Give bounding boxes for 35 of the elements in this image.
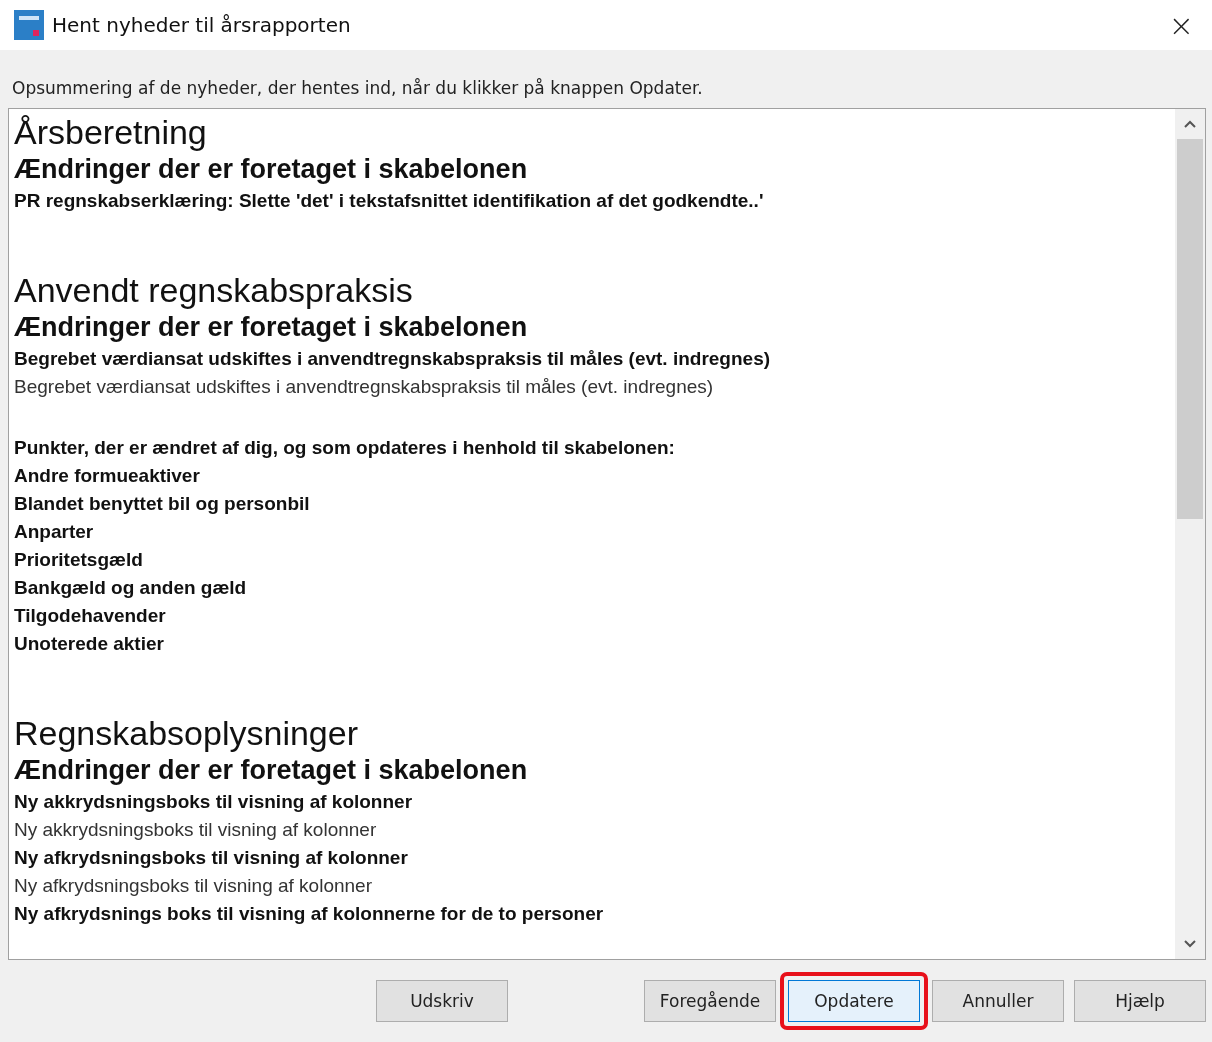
app-logo-icon <box>14 10 44 40</box>
section-subheading: Ændringer der er foretaget i skabelonen <box>14 311 529 344</box>
section-heading: Regnskabsoplysninger <box>14 714 359 752</box>
window-title: Hent nyheder til årsrapporten <box>52 13 351 37</box>
close-button[interactable]: × <box>1162 7 1200 43</box>
dialog-button[interactable]: Annuller <box>932 980 1064 1022</box>
summary-text: Opsummering af de nyheder, der hentes ind, når du klikker på knappen Opdater. <box>12 78 703 98</box>
change-line: Ny afkrydsnings boks til visning af kolonnerne for de to personer <box>14 902 605 926</box>
change-line: Blandet benyttet bil og personbil <box>14 492 311 516</box>
scroll-down-icon[interactable] <box>1183 939 1197 949</box>
dialog-button[interactable]: Foregående <box>644 980 776 1022</box>
scrollbar-thumb[interactable] <box>1177 139 1203 519</box>
change-line: PR regnskabserklæring: Slette 'det' i tekstafsnittet identifikation af det godkendte..' <box>14 189 765 213</box>
change-line: Bankgæld og anden gæld <box>14 576 248 600</box>
section-heading: Årsberetning <box>14 113 208 151</box>
scroll-up-icon[interactable] <box>1183 119 1197 129</box>
section-subheading: Ændringer der er foretaget i skabelonen <box>14 754 529 787</box>
dialog-button[interactable]: Hjælp <box>1074 980 1206 1022</box>
change-line: Ny akkrydsningsboks til visning af kolonner <box>14 790 414 814</box>
change-line: Begrebet værdiansat udskiftes i anvendtregnskabspraksis til måles (evt. indregnes) <box>14 347 772 371</box>
change-line: Unoterede aktier <box>14 632 165 656</box>
change-line: Punkter, der er ændret af dig, og som opdateres i henhold til skabelonen: <box>14 436 676 460</box>
change-line: Andre formueaktiver <box>14 464 201 488</box>
change-line: Ny afkrydsningsboks til visning af kolonner <box>14 874 373 898</box>
dialog-button[interactable]: Udskriv <box>376 980 508 1022</box>
scrollbar[interactable] <box>1175 109 1205 959</box>
change-line: Ny afkrydsningsboks til visning af kolonner <box>14 846 409 870</box>
section-heading: Anvendt regnskabspraksis <box>14 271 414 309</box>
change-line: Ny akkrydsningsboks til visning af kolonner <box>14 818 378 842</box>
dialog-button[interactable]: Opdatere <box>788 980 920 1022</box>
change-line: Begrebet værdiansat udskiftes i anvendtregnskabspraksis til måles (evt. indregnes) <box>14 375 715 399</box>
change-line: Prioritetsgæld <box>14 548 144 572</box>
change-line: Anparter <box>14 520 95 544</box>
change-line: Tilgodehavender <box>14 604 167 628</box>
section-subheading: Ændringer der er foretaget i skabelonen <box>14 153 529 186</box>
